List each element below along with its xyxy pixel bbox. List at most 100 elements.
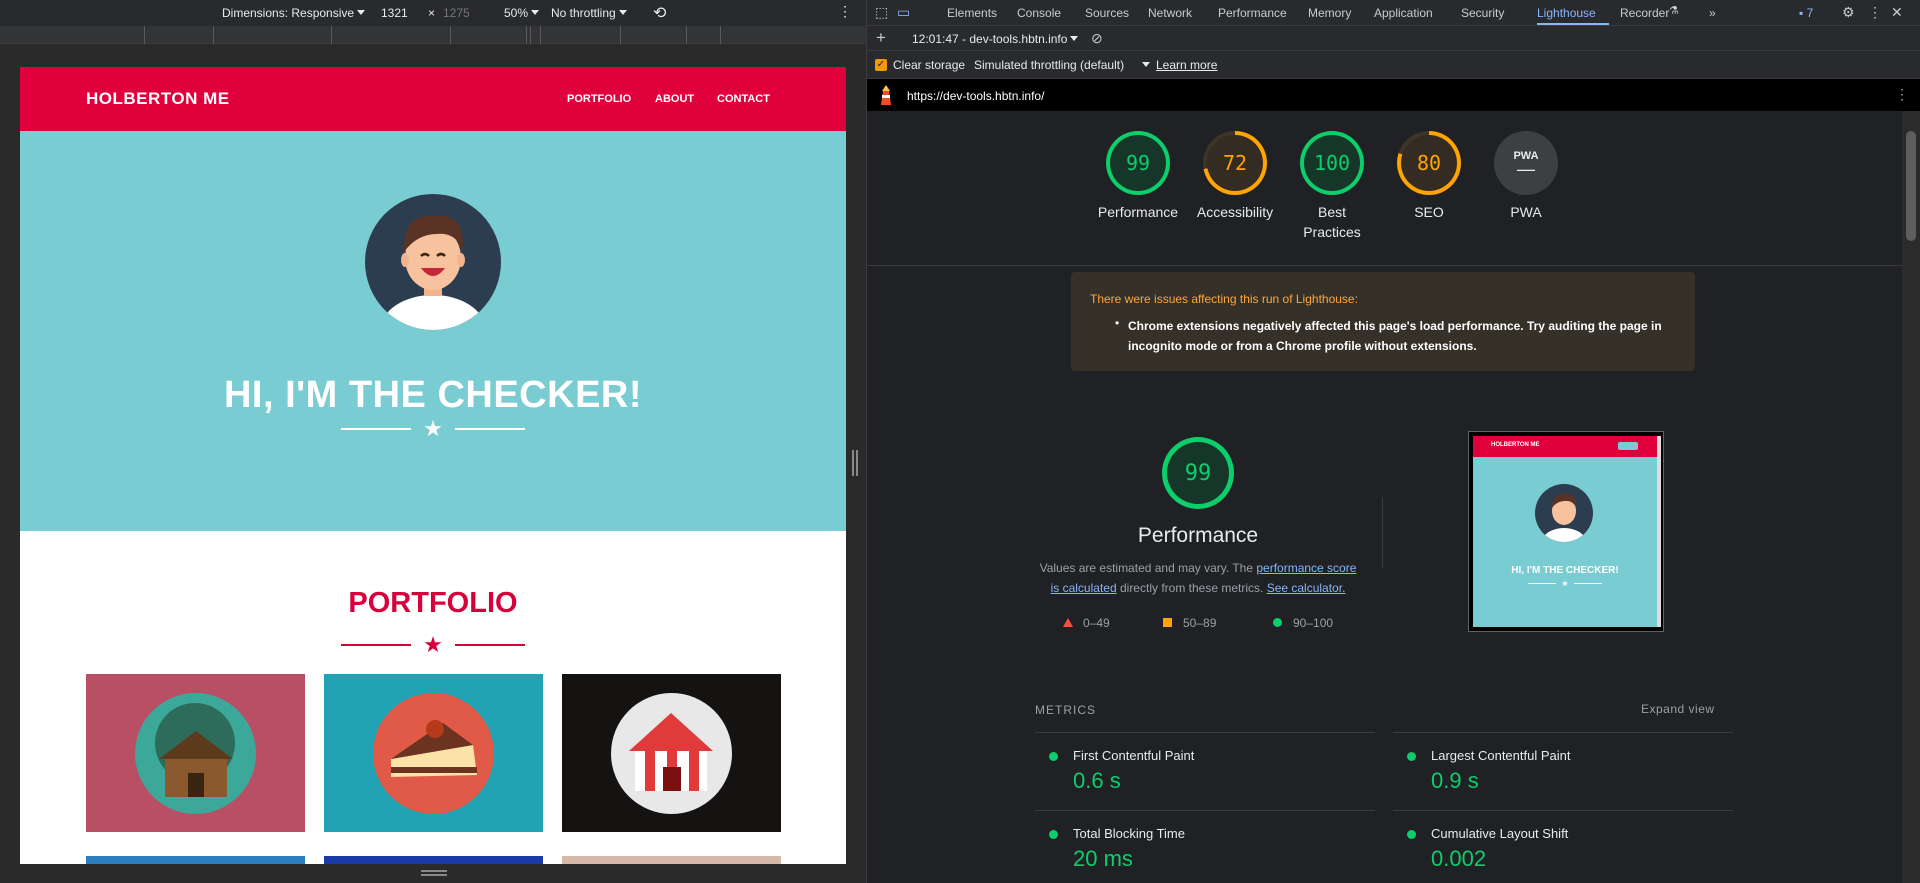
pass-circle-icon [1049, 830, 1058, 839]
clear-reports-icon[interactable]: ⊘ [1091, 30, 1103, 47]
pwa-badge-icon: PWA — [1498, 135, 1554, 191]
warning-item: Chrome extensions negatively affected th… [1128, 319, 1662, 353]
pass-circle-icon [1407, 752, 1416, 761]
run-warnings: There were issues affecting this run of … [1071, 272, 1695, 371]
perf-score: 99 [1167, 442, 1229, 504]
cake-icon [373, 693, 494, 814]
nav-contact[interactable]: CONTACT [717, 93, 770, 105]
clear-storage-checkbox[interactable]: ✓ [875, 59, 887, 71]
settings-gear-icon[interactable]: ⚙ [1842, 4, 1855, 21]
final-screenshot[interactable]: HOLBERTON ME HI, I'M THE CHECKER! ★ [1468, 431, 1664, 632]
device-emulation-pane: Dimensions: Responsive 1321 × 1275 50% N… [0, 0, 866, 883]
lighthouse-options: ✓ Clear storage Simulated throttling (de… [867, 51, 1920, 79]
gauge-label: PWA [1510, 204, 1542, 220]
resize-handle-right[interactable] [852, 450, 858, 476]
legend-fail: 0–49 [1063, 616, 1110, 630]
throttling-dropdown[interactable]: No throttling [551, 6, 627, 20]
lighthouse-toolbar: + 12:01:47 - dev-tools.hbtn.info ⊘ [867, 26, 1920, 51]
warning-title: There were issues affecting this run of … [1090, 292, 1358, 306]
report-url[interactable]: https://dev-tools.hbtn.info/ [907, 89, 1044, 103]
tab-elements[interactable]: Elements [947, 6, 997, 20]
triangle-icon [1063, 618, 1073, 627]
portfolio-section: PORTFOLIO ★ [20, 531, 846, 864]
height-input[interactable]: 1275 [443, 6, 470, 20]
new-report-plus-icon[interactable]: + [876, 28, 886, 48]
thumb-divider: ★ [1473, 579, 1657, 588]
tab-security[interactable]: Security [1461, 6, 1504, 20]
gauge-score: 80 [1401, 135, 1457, 191]
pass-circle-icon [1049, 752, 1058, 761]
metric-name: Cumulative Layout Shift [1431, 826, 1569, 841]
site-navbar: HOLBERTON ME PORTFOLIO ABOUT CONTACT [20, 67, 846, 131]
resize-handle-bottom[interactable] [421, 870, 447, 876]
throttling-select[interactable]: Simulated throttling (default) [974, 58, 1124, 72]
tab-network[interactable]: Network [1148, 6, 1192, 20]
portfolio-card-4[interactable] [86, 856, 305, 864]
inspect-element-icon[interactable]: ⬚ [875, 4, 888, 21]
more-options-icon[interactable]: ⋮ [838, 3, 852, 20]
metric-lcp: Largest Contentful Paint 0.9 s [1393, 732, 1733, 810]
device-toolbar-icon[interactable]: ▭ [897, 4, 910, 21]
portfolio-card-6[interactable] [562, 856, 781, 864]
tab-sources[interactable]: Sources [1085, 6, 1129, 20]
thumb-scrollbar [1657, 436, 1661, 627]
portfolio-card-cake[interactable] [324, 674, 543, 832]
gauge-score: 99 [1110, 135, 1166, 191]
dimensions-dropdown[interactable]: Dimensions: Responsive [222, 6, 366, 20]
perf-gauge[interactable]: 99 [1162, 437, 1234, 509]
star-icon: ★ [1561, 579, 1569, 588]
lighthouse-logo-icon [879, 85, 893, 105]
more-tabs-icon[interactable]: » [1709, 6, 1716, 20]
tab-lighthouse[interactable]: Lighthouse [1537, 6, 1596, 20]
portfolio-card-circus[interactable] [562, 674, 781, 832]
metric-value: 0.6 s [1073, 768, 1121, 793]
pass-circle-icon [1407, 830, 1416, 839]
tab-recorder[interactable]: Recorder [1620, 6, 1669, 20]
report-scrollbar[interactable] [1902, 111, 1920, 883]
throttling-dropdown-caret[interactable] [1139, 58, 1150, 72]
report-menu-icon[interactable]: ⋮ [1895, 86, 1909, 103]
devtools-tabbar: ⬚ ▭ Elements Console Sources Network Per… [867, 0, 1920, 26]
scrollbar-thumb[interactable] [1906, 131, 1916, 241]
portfolio-card-cabin[interactable] [86, 674, 305, 832]
hero-title: HI, I'M THE CHECKER! [223, 374, 643, 416]
tab-memory[interactable]: Memory [1308, 6, 1351, 20]
metric-cls: Cumulative Layout Shift 0.002 [1393, 810, 1733, 883]
zoom-dropdown[interactable]: 50% [504, 6, 540, 20]
gauge-seo[interactable]: 80 SEO [1379, 131, 1479, 222]
thumb-title: HI, I'M THE CHECKER! [1511, 565, 1619, 576]
times-sign: × [428, 6, 436, 20]
metric-tbt: Total Blocking Time 20 ms [1035, 810, 1375, 883]
nav-portfolio[interactable]: PORTFOLIO [567, 93, 631, 105]
expand-view-toggle[interactable]: Expand view [1641, 702, 1715, 716]
gauge-accessibility[interactable]: 72 Accessibility [1185, 131, 1285, 222]
issues-counter[interactable]: ▪ 7 [1799, 6, 1813, 20]
nav-about[interactable]: ABOUT [655, 93, 694, 105]
metric-value: 20 ms [1073, 846, 1133, 871]
calculator-link[interactable]: See calculator. [1267, 581, 1346, 595]
width-input[interactable]: 1321 [381, 6, 408, 20]
gauge-pwa[interactable]: PWA — PWA [1476, 131, 1576, 222]
customize-menu-icon[interactable]: ⋮ [1868, 4, 1882, 21]
perf-title: Performance [1137, 524, 1259, 547]
tab-console[interactable]: Console [1017, 6, 1061, 20]
portfolio-card-5[interactable] [324, 856, 543, 864]
learn-more-link[interactable]: Learn more [1156, 58, 1217, 72]
report-selector[interactable]: 12:01:47 - dev-tools.hbtn.info [912, 32, 1079, 46]
site-logo[interactable]: HOLBERTON ME [86, 89, 230, 109]
desc-text: Values are estimated and may vary. The [1039, 561, 1257, 575]
divider [1382, 497, 1383, 568]
gauge-best-practices[interactable]: 100 Best Practices [1282, 131, 1382, 242]
devtools-panel: ⬚ ▭ Elements Console Sources Network Per… [867, 0, 1920, 883]
hero-section: HI, I'M THE CHECKER! ★ [20, 131, 846, 531]
close-icon[interactable]: ✕ [1891, 4, 1903, 21]
divider [867, 265, 1902, 266]
tab-performance[interactable]: Performance [1218, 6, 1287, 20]
legend-average: 50–89 [1163, 616, 1216, 630]
rotate-icon[interactable]: ⟲ [653, 3, 666, 23]
bullet: • [1115, 316, 1120, 330]
tab-application[interactable]: Application [1374, 6, 1433, 20]
media-query-ruler[interactable] [0, 26, 866, 44]
gauge-performance[interactable]: 99 Performance [1088, 131, 1188, 222]
gauge-label: Best Practices [1303, 204, 1361, 240]
